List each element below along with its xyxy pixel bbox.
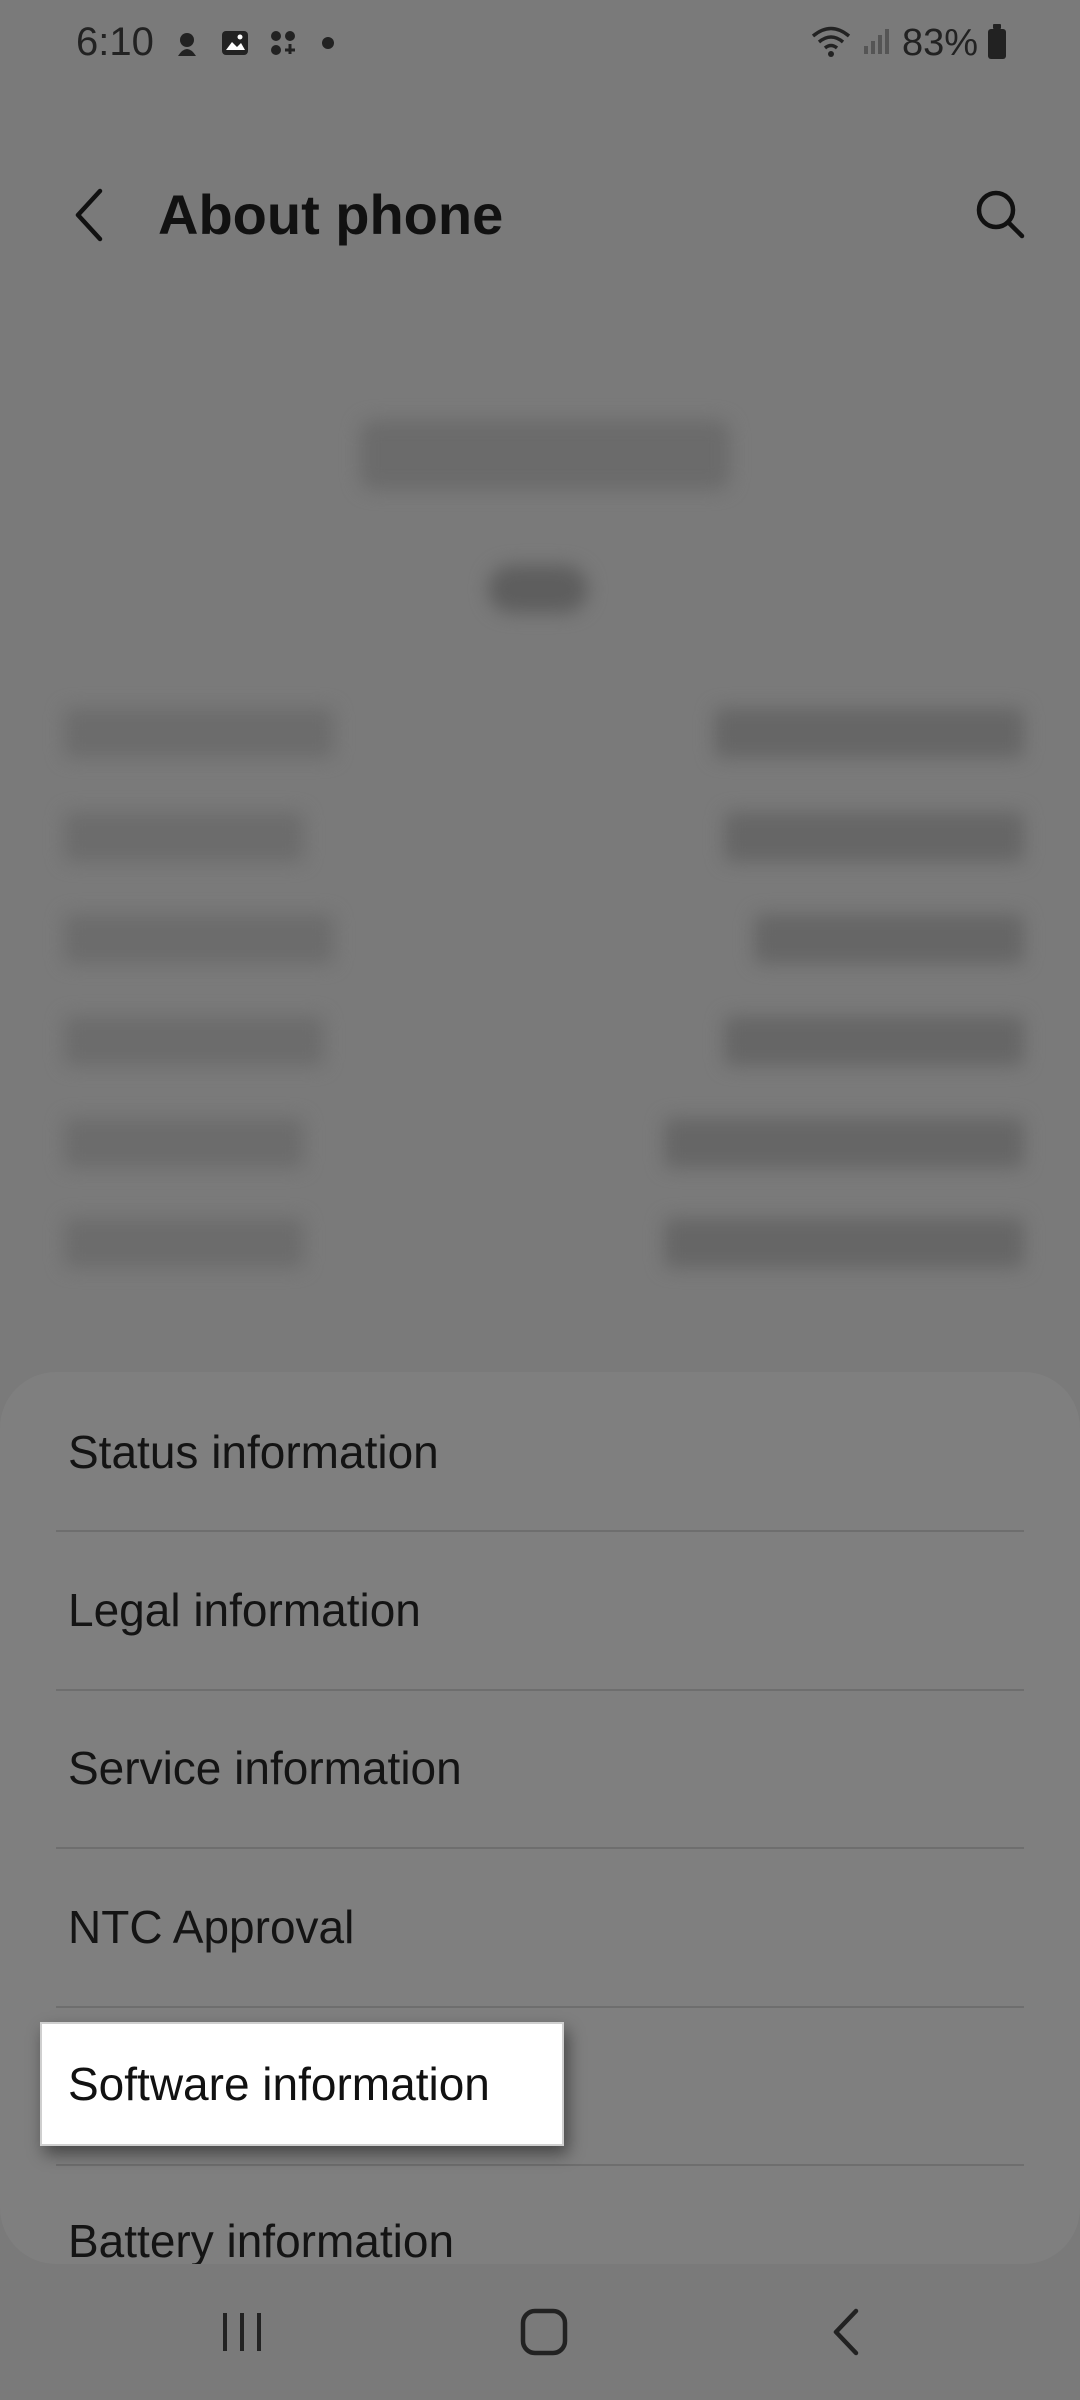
menu-item-label: Battery information: [68, 2215, 455, 2264]
info-row: [64, 812, 1024, 862]
info-row: [64, 708, 1024, 758]
signal-icon: [862, 26, 892, 61]
battery-icon: [988, 23, 1006, 59]
page-title: About phone: [158, 183, 504, 246]
back-icon: [833, 2308, 859, 2356]
search-button[interactable]: [960, 174, 1040, 254]
more-dot-icon: [322, 37, 334, 49]
status-time: 6:10: [76, 20, 154, 64]
recents-icon: [223, 2313, 261, 2351]
menu-item-label: Software information: [68, 2058, 490, 2110]
gallery-icon: [218, 26, 252, 60]
navigation-bar: [0, 2264, 1080, 2400]
menu-item-ntc-approval[interactable]: NTC Approval: [56, 1848, 1024, 2006]
app-header: About phone: [0, 150, 1080, 280]
search-icon: [976, 190, 1025, 239]
notification-icons: [170, 26, 334, 60]
status-bar: 6:10 83%: [0, 0, 1080, 92]
info-row: [64, 1118, 1024, 1168]
status-right: 83%: [810, 22, 1006, 65]
info-row: [64, 914, 1024, 964]
info-row: [64, 1218, 1024, 1268]
home-icon: [520, 2308, 568, 2356]
apps-icon: [266, 26, 300, 60]
chevron-left-icon: [75, 188, 103, 242]
nav-back-button[interactable]: [786, 2286, 906, 2378]
menu-item-label: NTC Approval: [68, 1901, 355, 1953]
menu-item-label: Status information: [68, 1426, 439, 1478]
home-button[interactable]: [484, 2286, 604, 2378]
info-row: [64, 1016, 1024, 1066]
menu-item-status-information[interactable]: Status information: [56, 1373, 1024, 1531]
notification-app-icon: [170, 26, 204, 60]
device-edit-redacted: [488, 565, 588, 613]
wifi-icon: [810, 24, 852, 63]
recents-button[interactable]: [182, 2286, 302, 2378]
menu-item-software-information[interactable]: Software information: [40, 2022, 564, 2146]
menu-item-legal-information[interactable]: Legal information: [56, 1531, 1024, 1689]
menu-item-service-information[interactable]: Service information: [56, 1689, 1024, 1847]
battery-percent: 83%: [901, 22, 978, 64]
menu-item-label: Service information: [68, 1742, 462, 1794]
menu-item-label: Legal information: [68, 1584, 421, 1636]
device-name-redacted: [360, 420, 730, 490]
divider: [56, 2006, 1024, 2008]
menu-item-battery-information[interactable]: Battery information: [56, 2164, 1024, 2264]
back-button[interactable]: [58, 178, 118, 252]
